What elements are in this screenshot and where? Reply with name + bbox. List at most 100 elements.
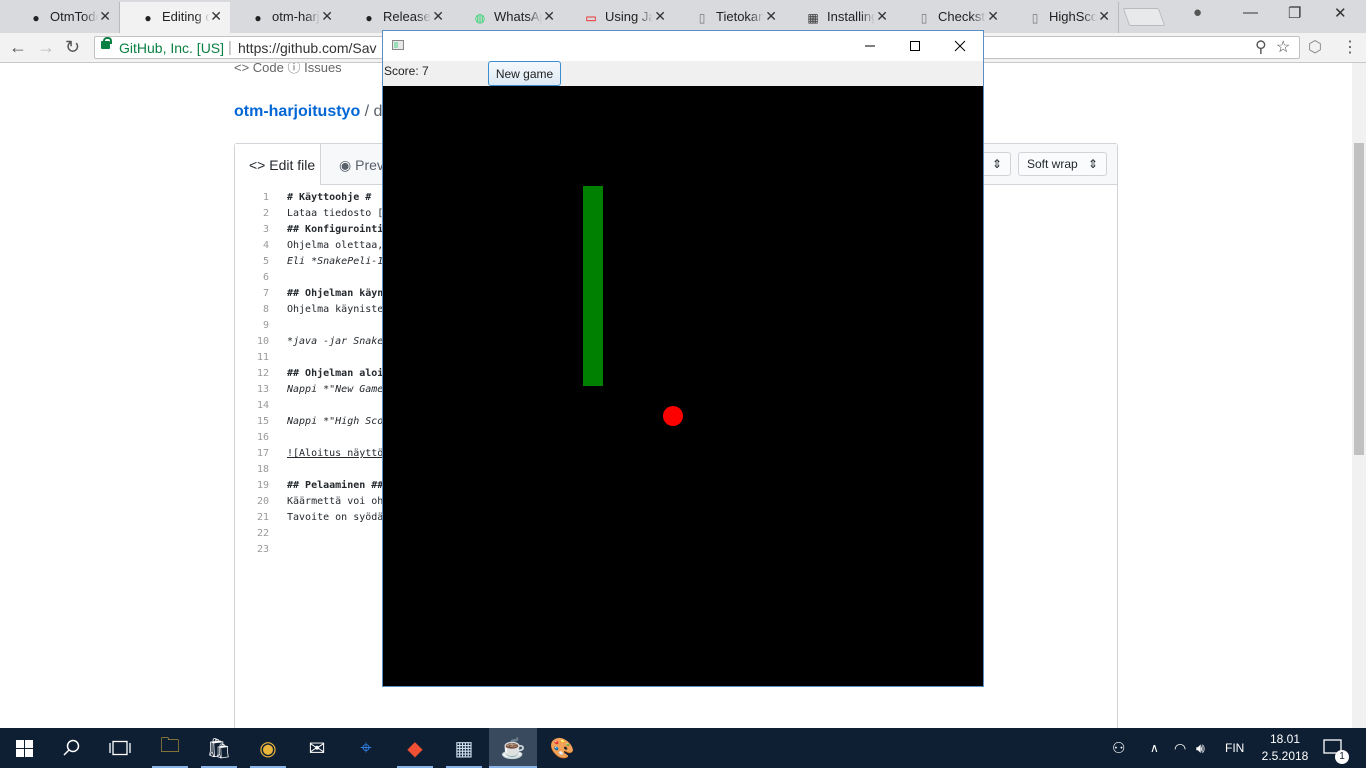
browser-tab[interactable]: ● OtmTodoApp✕: [8, 2, 120, 33]
taskbar-app-button[interactable]: ◆: [391, 728, 439, 768]
browser-tab[interactable]: ▭ Using JavaFX✕: [563, 2, 675, 33]
star-icon[interactable]: ☆: [1276, 37, 1290, 57]
forward-icon[interactable]: →: [37, 37, 55, 58]
git-icon: ◆: [407, 737, 423, 760]
repo-nav-fragment[interactable]: <> Code ⓘ Issues: [234, 63, 342, 76]
taskbar-app-button[interactable]: 🗀: [146, 728, 194, 768]
game-maximize-button[interactable]: [892, 31, 938, 61]
tab-preview[interactable]: ◉ Prev: [339, 157, 384, 174]
browser-tab[interactable]: ● otm-harjoitustyo✕: [230, 2, 342, 33]
game-board[interactable]: [383, 86, 983, 686]
document-icon: ▯: [698, 11, 706, 25]
path-fragment[interactable]: / d: [360, 103, 383, 120]
browser-tab[interactable]: ▯ Tietokanta✕: [674, 2, 786, 33]
game-minimize-button[interactable]: [847, 31, 893, 61]
minimize-icon: [865, 45, 875, 47]
menu-icon[interactable]: ⋮: [1342, 37, 1358, 57]
line-number: 4: [262, 240, 269, 251]
line-number: 8: [262, 304, 269, 315]
taskbar-app-button[interactable]: ⌖: [342, 728, 390, 768]
repo-link[interactable]: otm-harjoitustyo: [234, 103, 360, 120]
people-icon[interactable]: ⚇: [1112, 728, 1125, 768]
taskbar-app-button[interactable]: ◉: [244, 728, 292, 768]
task-view-icon: [109, 740, 131, 756]
new-game-button[interactable]: New game: [488, 61, 561, 86]
search-button[interactable]: [48, 728, 96, 768]
browser-tab-strip: ●OtmTodoApp✕●Editing otm-harjoitustyo✕●o…: [0, 0, 1366, 33]
whatsapp-icon: ◍: [474, 11, 486, 25]
site-identity[interactable]: GitHub, Inc. [US]: [119, 40, 224, 56]
edit-file-label: <> Edit file: [249, 157, 316, 173]
url-text[interactable]: https://github.com/Sav: [238, 40, 377, 56]
search-icon[interactable]: ⚲: [1255, 37, 1267, 57]
clock-time: 18.01: [1269, 732, 1301, 746]
browser-tab[interactable]: ◍ WhatsApp✕: [452, 2, 564, 33]
tab-edit-file[interactable]: <> Edit file: [235, 144, 321, 185]
taskbar-app-button[interactable]: ▦: [440, 728, 488, 768]
food-dot: [663, 406, 683, 426]
reload-icon[interactable]: ↻: [65, 37, 80, 58]
action-center-button[interactable]: 1: [1323, 728, 1349, 768]
tab-close-icon[interactable]: ✕: [321, 8, 333, 25]
page-scrollbar[interactable]: [1352, 63, 1366, 728]
tab-close-icon[interactable]: ✕: [987, 8, 999, 25]
start-button[interactable]: [0, 728, 48, 768]
line-number: 11: [256, 352, 269, 363]
back-icon[interactable]: ←: [9, 37, 27, 58]
tab-close-icon[interactable]: ✕: [876, 8, 888, 25]
restore-icon[interactable]: ❐: [1288, 4, 1301, 22]
taskbar-app-button[interactable]: ✉: [293, 728, 341, 768]
file-explorer-icon: 🗀: [160, 735, 180, 757]
java-window-icon: [392, 40, 404, 50]
new-tab-button[interactable]: [1122, 8, 1166, 26]
tab-title: Editing otm-harjoitustyo: [162, 9, 210, 24]
windows-taskbar: 🗀 🛍 ◉ ✉ ⌖ ◆ ▦ ☕ 🎨 ⚇ ∧ ◠ 🔊︎ FIN 18.01 2.5.2018 1: [0, 728, 1366, 768]
line-text: Ohjelma käyniste: [287, 304, 384, 315]
line-number: 22: [256, 528, 269, 539]
game-window-titlebar[interactable]: [383, 31, 983, 61]
tab-title: OtmTodoApp: [50, 9, 98, 24]
extension-icon[interactable]: ⬡: [1308, 37, 1322, 57]
tab-close-icon[interactable]: ✕: [543, 8, 555, 25]
tab-close-icon[interactable]: ✕: [432, 8, 444, 25]
line-text: Käärmettä voi oh: [287, 496, 384, 507]
line-number: 2: [262, 208, 269, 219]
game-close-button[interactable]: [937, 31, 983, 61]
wifi-icon[interactable]: ◠: [1174, 728, 1186, 768]
line-text: ## Pelaaminen ##: [287, 480, 384, 491]
tab-close-icon[interactable]: ✕: [1098, 8, 1110, 25]
paint-icon: 🎨: [549, 737, 575, 760]
tab-close-icon[interactable]: ✕: [654, 8, 666, 25]
scrollbar-thumb[interactable]: [1354, 143, 1364, 455]
notification-badge: 1: [1335, 750, 1349, 764]
browser-tab[interactable]: ▦ Installing ✕: [785, 2, 897, 33]
volume-icon[interactable]: 🔊︎: [1196, 728, 1205, 768]
taskbar-app-button[interactable]: ☕: [489, 728, 537, 768]
tab-title: Using JavaFX: [605, 9, 653, 24]
browser-tab[interactable]: ● Editing otm-harjoitustyo✕: [119, 2, 231, 33]
line-number: 3: [262, 224, 269, 235]
browser-tab[interactable]: ▯ Checkstyle✕: [896, 2, 1008, 33]
chevron-up-icon[interactable]: ∧: [1150, 728, 1159, 768]
browser-tab[interactable]: ▯ HighScore✕: [1007, 2, 1119, 33]
system-clock[interactable]: 18.01 2.5.2018: [1250, 731, 1320, 765]
line-text: # Käyttoohje #: [287, 192, 372, 203]
browser-tab[interactable]: ● Releases✕: [341, 2, 453, 33]
line-text: Eli *SnakePeli-1: [287, 256, 384, 267]
language-indicator[interactable]: FIN: [1225, 728, 1244, 768]
line-number: 5: [262, 256, 269, 267]
minimize-icon[interactable]: —: [1243, 4, 1258, 21]
taskbar-app-button[interactable]: 🎨: [538, 728, 586, 768]
account-icon[interactable]: ●: [1193, 4, 1202, 21]
line-text: ## Ohjelman käynn: [287, 288, 390, 299]
tab-close-icon[interactable]: ✕: [210, 8, 222, 25]
app-window-icon: ▦: [454, 737, 474, 760]
tab-close-icon[interactable]: ✕: [99, 8, 111, 25]
line-number: 18: [256, 464, 269, 475]
wrap-mode-select[interactable]: Soft wrap ⇕: [1018, 152, 1107, 176]
close-icon[interactable]: ✕: [1334, 4, 1347, 22]
task-view-button[interactable]: [96, 728, 144, 768]
tab-close-icon[interactable]: ✕: [765, 8, 777, 25]
line-number: 15: [256, 416, 269, 427]
taskbar-app-button[interactable]: 🛍: [195, 728, 243, 768]
